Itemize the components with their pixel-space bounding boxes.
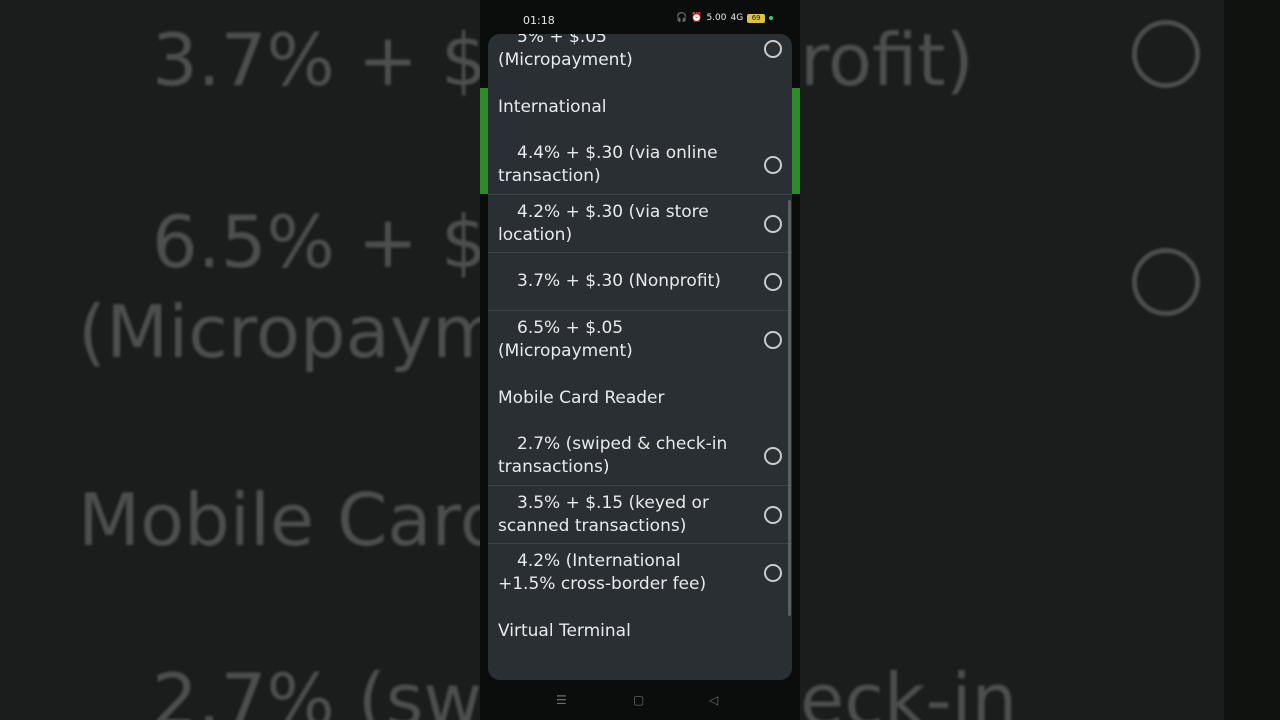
- fee-options-dialog: 5% + $.05 (Micropayment) International 4…: [488, 34, 792, 680]
- option-label: 5% + $.05 (Micropayment): [498, 34, 633, 70]
- radio-button[interactable]: [764, 330, 782, 349]
- network-speed: 5.00: [706, 13, 727, 23]
- option-item[interactable]: 6.5% + $.05 (Micropayment): [488, 310, 792, 368]
- option-label: 3.7% + $.30 (Nonprofit): [517, 271, 721, 291]
- background-accent-right: [792, 88, 800, 194]
- phone-screen: 01:18 🎧 ⏰ 5.00 4G 69 5% + $.05 (Micropay…: [480, 0, 800, 720]
- background-text: (Micropaym: [78, 290, 480, 374]
- background-radio-icon: [1132, 248, 1200, 316]
- section-header: Mobile Card Reader: [498, 388, 665, 408]
- section-header: International: [498, 97, 607, 117]
- privacy-indicator-icon: [769, 16, 774, 20]
- background-text: rofit): [800, 18, 974, 102]
- option-item[interactable]: 4.4% + $.30 (via online transaction): [488, 136, 792, 194]
- back-icon[interactable]: ◁: [709, 693, 718, 707]
- option-label: 2.7% (swiped & check-in transactions): [498, 434, 728, 477]
- background-edge: [1224, 0, 1280, 720]
- option-label: 3.5% + $.15 (keyed or scanned transactio…: [498, 492, 709, 536]
- radio-button[interactable]: [764, 156, 782, 174]
- background-text: Mobile Card: [78, 478, 480, 562]
- status-time: 01:18: [523, 14, 555, 27]
- option-item[interactable]: 5% + $.05 (Micropayment): [488, 34, 792, 78]
- option-item[interactable]: 4.2% + $.30 (via store location): [488, 194, 792, 252]
- option-label: 4.4% + $.30 (via online transaction): [498, 143, 718, 186]
- option-item[interactable]: 3.5% + $.15 (keyed or scanned transactio…: [488, 485, 792, 543]
- battery-icon: 69: [747, 13, 766, 23]
- background-radio-icon: [1132, 20, 1200, 88]
- headphones-icon: 🎧: [676, 13, 688, 23]
- option-item[interactable]: 2.7% (swiped & check-in transactions): [488, 427, 792, 485]
- menu-icon[interactable]: ☰: [556, 693, 567, 707]
- section-header: Virtual Terminal: [498, 621, 631, 641]
- option-label: 4.2% (International +1.5% cross-border f…: [498, 550, 707, 594]
- background-text: 3.7% + $.3: [152, 18, 480, 102]
- status-icons: 🎧 ⏰ 5.00 4G 69: [676, 13, 774, 23]
- background-text: 2.7% (swi: [152, 658, 480, 720]
- home-icon[interactable]: ▢: [633, 693, 644, 707]
- background-accent-left: [480, 88, 488, 194]
- alarm-icon: ⏰: [691, 13, 703, 23]
- radio-button[interactable]: [764, 214, 782, 233]
- option-label: 6.5% + $.05 (Micropayment): [498, 317, 633, 361]
- background-text: eck-in: [800, 658, 1018, 720]
- radio-button[interactable]: [764, 40, 782, 58]
- option-label: 4.2% + $.30 (via store location): [498, 201, 709, 245]
- radio-button[interactable]: [764, 505, 782, 524]
- scrollbar[interactable]: [788, 200, 791, 616]
- option-item[interactable]: 4.2% (International +1.5% cross-border f…: [488, 543, 792, 601]
- radio-button[interactable]: [764, 563, 782, 582]
- radio-button[interactable]: [764, 447, 782, 465]
- background-text: 6.5% + $.0: [152, 200, 480, 284]
- option-item[interactable]: 3.7% + $.30 (Nonprofit): [488, 252, 792, 310]
- options-list[interactable]: 5% + $.05 (Micropayment) International 4…: [488, 34, 792, 680]
- radio-button[interactable]: [764, 272, 782, 291]
- navigation-bar: ☰ ▢ ◁: [480, 680, 800, 720]
- signal-icon: 4G: [730, 13, 744, 23]
- background-left-panel: 3.7% + $.3 6.5% + $.0 (Micropaym Mobile …: [0, 0, 480, 720]
- background-right-panel: rofit) eck-in: [800, 0, 1280, 720]
